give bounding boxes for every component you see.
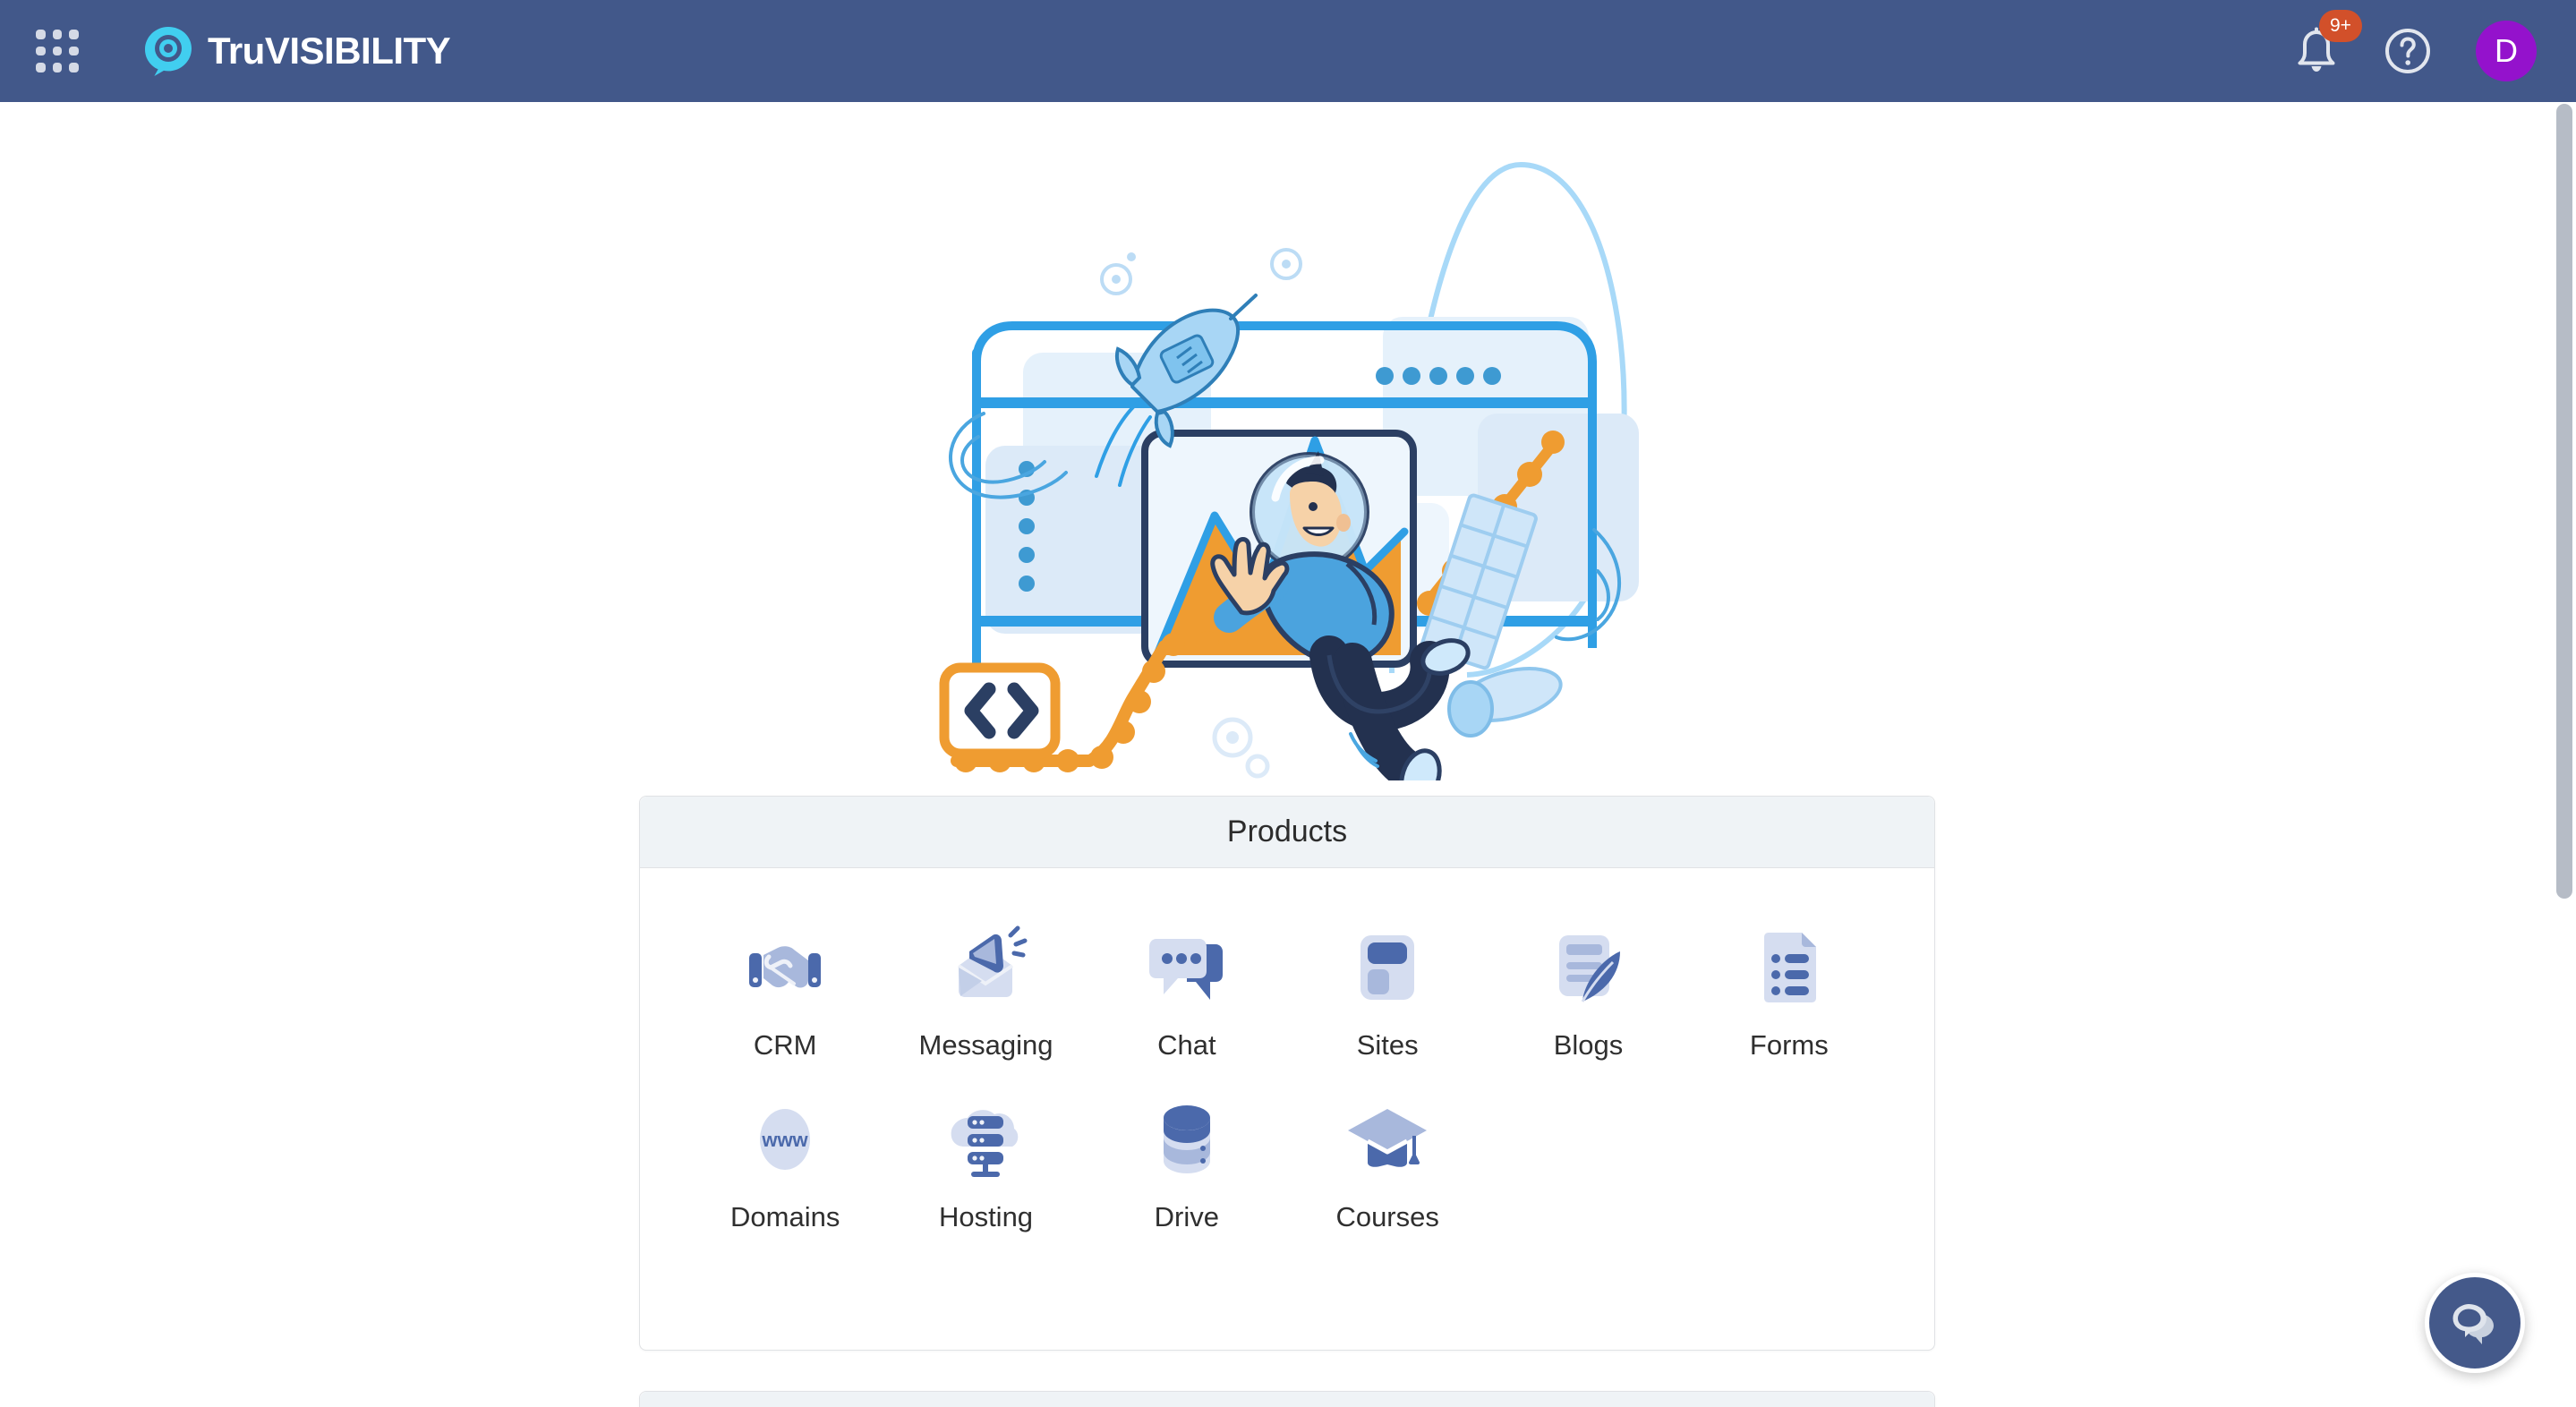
product-tile-blogs[interactable]: Blogs [1488,906,1688,1078]
product-tile-courses[interactable]: Courses [1287,1078,1488,1249]
apps-grid-dot [69,30,79,39]
www-globe-icon: www [736,1090,834,1189]
vertical-scrollbar-track[interactable] [2552,102,2576,1407]
page-content-scroll-area: Products CRM Messaging Chat Sites Blogs … [0,102,2576,1407]
product-label: Chat [1157,1029,1216,1061]
secondary-card [639,1391,1935,1407]
graduation-cap-icon [1338,1090,1437,1189]
brand-name-label: TruVISIBILITY [208,30,451,72]
page-layout-icon [1338,918,1437,1017]
products-grid: CRM Messaging Chat Sites Blogs Forms www… [640,868,1934,1285]
topbar-actions: 9+ D [2293,10,2537,81]
database-cylinder-icon [1138,1090,1236,1189]
product-tile-crm[interactable]: CRM [685,906,885,1078]
apps-grid-dot [36,63,46,72]
apps-grid-icon[interactable] [28,21,87,81]
document-quill-icon [1539,918,1637,1017]
help-button[interactable] [2383,26,2433,76]
apps-grid-dot [36,30,46,39]
server-cloud-icon [936,1090,1035,1189]
apps-grid-dot [36,46,46,56]
product-tile-drive[interactable]: Drive [1087,1078,1287,1249]
notifications-button[interactable]: 9+ [2293,10,2362,76]
vertical-scrollbar-thumb[interactable] [2556,104,2572,899]
product-tile-messaging[interactable]: Messaging [885,906,1086,1078]
chat-bubbles-icon [2452,1304,2494,1344]
truvisibility-logo-icon [145,27,192,76]
chat-bubbles-icon [1138,918,1236,1017]
product-label: Messaging [918,1029,1053,1061]
product-label: Forms [1749,1029,1829,1061]
products-card-header: Products [640,797,1934,868]
user-avatar[interactable]: D [2476,21,2537,81]
apps-grid-dot [69,63,79,72]
apps-grid-dot [52,30,63,39]
product-label: Blogs [1553,1029,1624,1061]
apps-grid-dot [52,63,63,72]
apps-grid-dot [52,46,63,56]
page-title: Products [1226,814,1348,848]
svg-text:www: www [761,1129,808,1151]
product-tile-forms[interactable]: Forms [1689,906,1889,1078]
product-tile-hosting[interactable]: Hosting [885,1078,1086,1249]
products-card: Products CRM Messaging Chat Sites Blogs … [639,796,1935,1351]
envelope-megaphone-icon [936,918,1035,1017]
chat-widget-button[interactable] [2425,1273,2525,1373]
apps-grid-dot [69,46,79,56]
grid-spacer [1689,1078,1889,1249]
product-tile-chat[interactable]: Chat [1087,906,1287,1078]
hero-illustration-container [0,102,2576,780]
product-label: Sites [1356,1029,1419,1061]
top-navigation-bar: TruVISIBILITY 9+ D [0,0,2576,102]
avatar-initial: D [2495,32,2518,69]
product-label: Domains [730,1201,840,1232]
product-label: Courses [1335,1201,1439,1232]
form-list-icon [1740,918,1838,1017]
handshake-icon [736,918,834,1017]
product-label: Drive [1154,1201,1219,1232]
brand-logo-link[interactable]: TruVISIBILITY [143,25,451,77]
grid-spacer [1488,1078,1688,1249]
notification-badge: 9+ [2319,10,2362,42]
astronaut-analytics-illustration [939,161,1639,780]
product-label: CRM [753,1029,817,1061]
secondary-card-header [640,1392,1934,1407]
product-tile-sites[interactable]: Sites [1287,906,1488,1078]
question-circle-icon [2385,29,2430,73]
product-tile-domains[interactable]: www Domains [685,1078,885,1249]
product-label: Hosting [938,1201,1034,1232]
